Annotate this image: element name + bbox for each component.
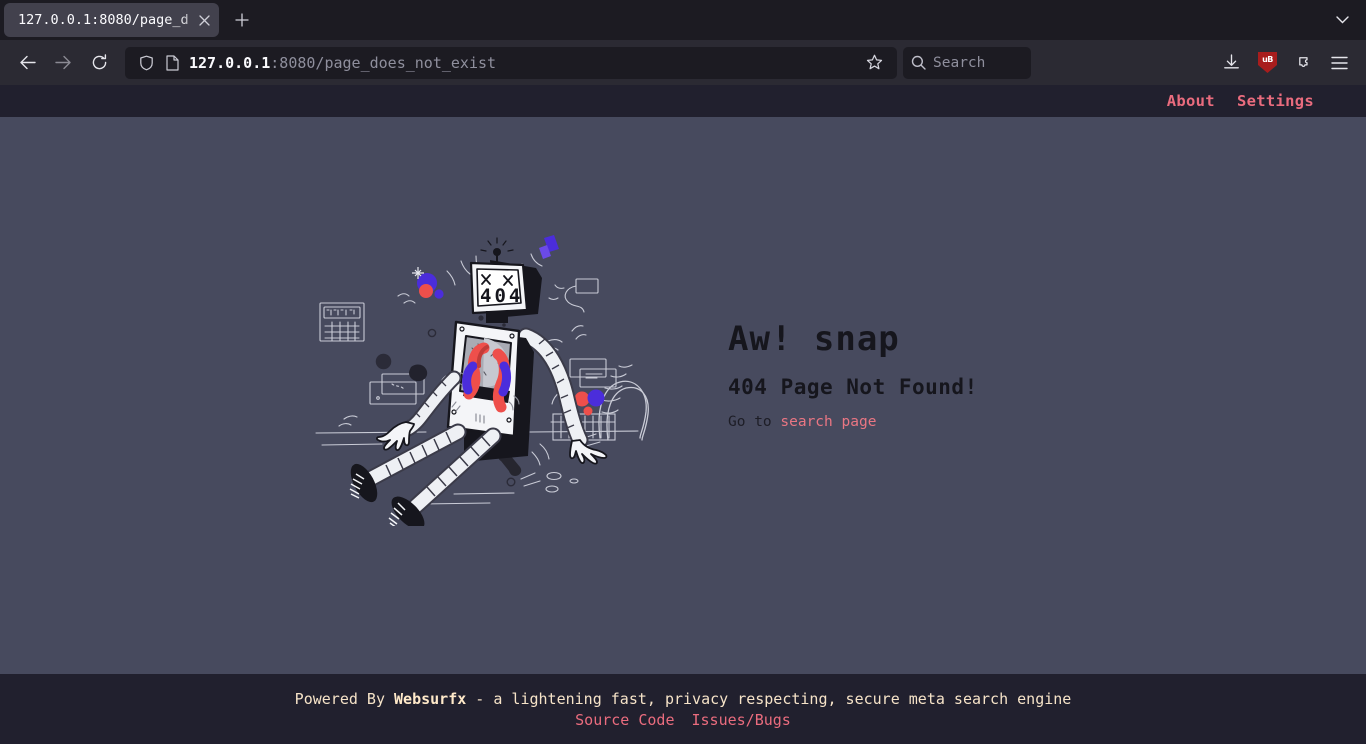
goto-prefix: Go to <box>728 413 781 430</box>
search-placeholder: Search <box>933 54 986 71</box>
ublock-shield-icon[interactable]: uB <box>1251 47 1284 79</box>
site-navigation: About Settings <box>0 85 1366 117</box>
url-text: 127.0.0.1:8080/page_does_not_exist <box>189 54 859 72</box>
document-icon[interactable] <box>159 53 185 73</box>
footer-link-source-code[interactable]: Source Code <box>575 711 674 729</box>
error-subtitle: 404 Page Not Found! <box>728 374 978 399</box>
new-tab-button[interactable] <box>225 3 259 37</box>
tab-strip: 127.0.0.1:8080/page_d <box>0 0 1366 40</box>
search-input[interactable]: Search <box>903 46 1031 79</box>
browser-chrome: 127.0.0.1:8080/page_d 127.0.0.1:8080/pag… <box>0 0 1366 85</box>
download-icon[interactable] <box>1215 47 1248 79</box>
hamburger-menu-icon[interactable] <box>1323 47 1356 79</box>
error-page-body: 404 Aw! snap 404 Page Not Found! Go to s… <box>0 117 1366 674</box>
toolbar-right-icons: uB <box>1215 47 1356 79</box>
star-icon[interactable] <box>859 50 889 76</box>
back-button[interactable] <box>10 47 44 79</box>
page-content: About Settings 404 Aw! snap 404 Page Not… <box>0 85 1366 744</box>
svg-text:404: 404 <box>480 285 523 307</box>
shield-icon[interactable] <box>133 53 159 73</box>
browser-tab[interactable]: 127.0.0.1:8080/page_d <box>4 3 219 37</box>
footer-links: Source Code Issues/Bugs <box>575 711 791 729</box>
footer-tagline: Powered By Websurfx - a lightening fast,… <box>295 690 1072 708</box>
url-host: 127.0.0.1 <box>189 53 271 72</box>
error-message-block: Aw! snap 404 Page Not Found! Go to searc… <box>728 319 1058 430</box>
broken-robot-404-illustration: 404 <box>308 226 668 529</box>
navigation-toolbar: 127.0.0.1:8080/page_does_not_exist Searc… <box>0 40 1366 85</box>
close-icon[interactable] <box>193 9 215 31</box>
url-bar[interactable]: 127.0.0.1:8080/page_does_not_exist <box>125 46 897 79</box>
nav-link-about[interactable]: About <box>1167 92 1215 110</box>
url-path: :8080/page_does_not_exist <box>270 53 497 72</box>
extension-puzzle-icon[interactable] <box>1287 47 1320 79</box>
footer-link-issues[interactable]: Issues/Bugs <box>692 711 791 729</box>
list-all-tabs-button[interactable] <box>1326 4 1358 36</box>
nav-link-settings[interactable]: Settings <box>1237 92 1314 110</box>
error-title: Aw! snap <box>728 319 900 360</box>
footer-tagline-text: - a lightening fast, privacy respecting,… <box>466 689 1072 708</box>
reload-button[interactable] <box>82 47 116 79</box>
footer-powered-by: Powered By <box>294 689 395 708</box>
forward-button[interactable] <box>46 47 80 79</box>
ublock-label: uB <box>1262 55 1273 64</box>
search-page-link[interactable]: search page <box>780 414 876 430</box>
goto-search-line: Go to search page <box>728 414 1058 430</box>
search-icon <box>911 55 926 70</box>
tab-title: 127.0.0.1:8080/page_d <box>18 12 189 28</box>
site-footer: Powered By Websurfx - a lightening fast,… <box>0 674 1366 744</box>
footer-brand: Websurfx <box>394 689 467 708</box>
